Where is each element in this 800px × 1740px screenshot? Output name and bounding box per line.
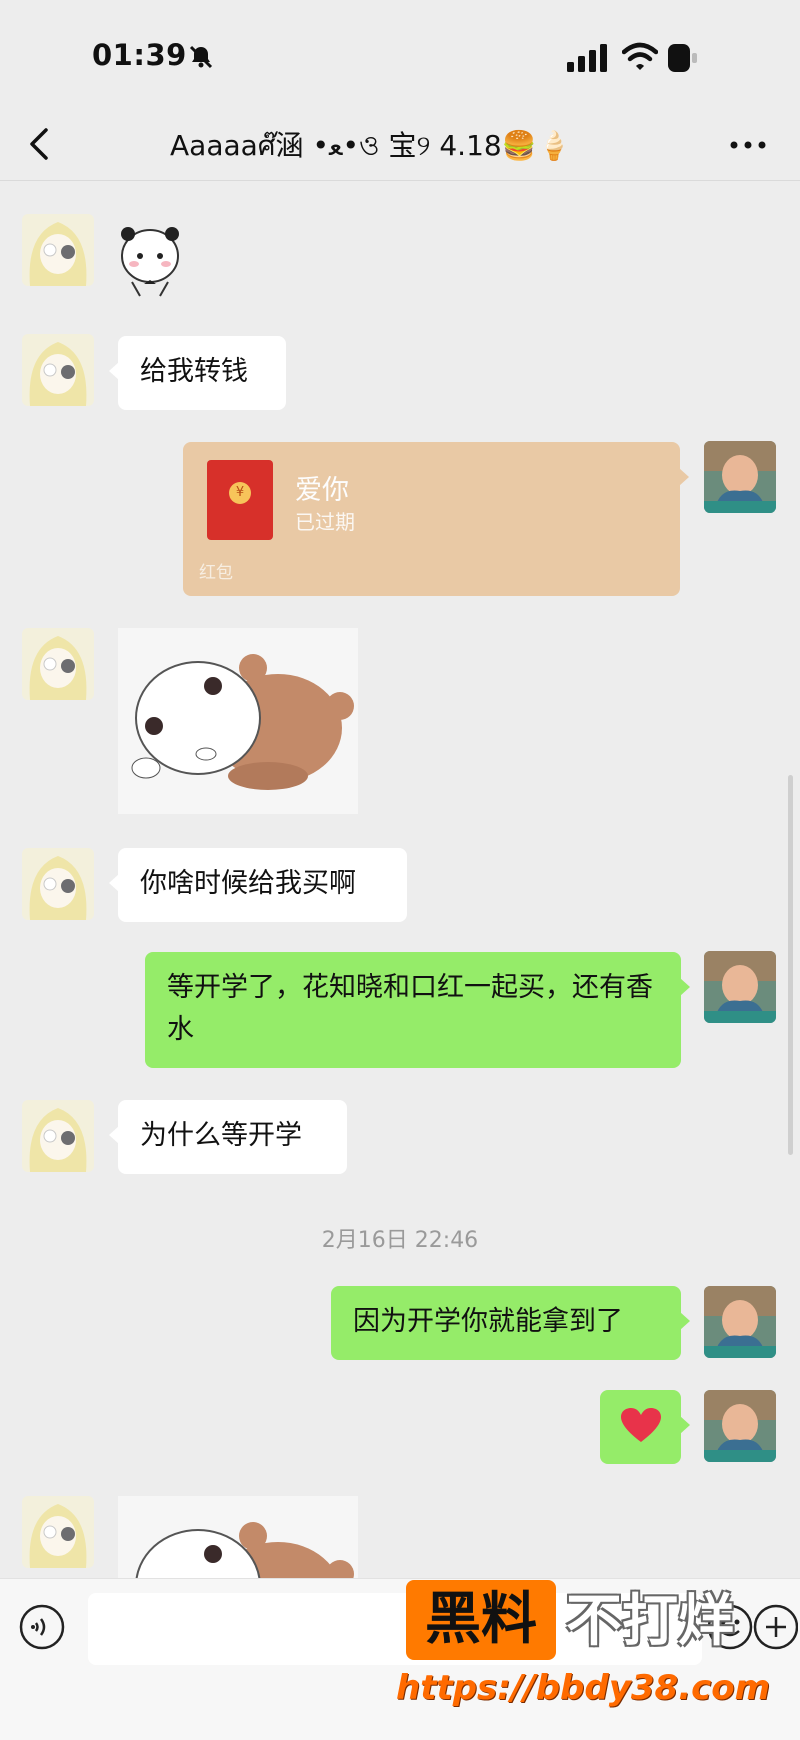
- watermark-url: https://bbdy38.com: [396, 1668, 771, 1708]
- message-text: 给我转钱: [140, 356, 248, 387]
- red-packet-status: 已过期: [295, 510, 355, 534]
- message-bubble[interactable]: 为什么等开学: [109, 1100, 347, 1174]
- red-packet-title: 爱你: [295, 475, 349, 506]
- more-options-icon[interactable]: [728, 130, 768, 160]
- contact-avatar[interactable]: [22, 1496, 94, 1568]
- coin-icon: ¥: [229, 482, 251, 504]
- panda-sticker[interactable]: [118, 222, 182, 298]
- message-text: 你啥时候给我买啊: [140, 868, 356, 899]
- heart-icon: [620, 1408, 661, 1442]
- message-bubble[interactable]: 给我转钱: [109, 336, 286, 410]
- voice-input-icon[interactable]: [18, 1603, 66, 1651]
- contact-avatar[interactable]: [22, 1100, 94, 1172]
- message-bubble[interactable]: 你啥时候给我买啊: [109, 848, 407, 922]
- contact-avatar[interactable]: [22, 334, 94, 406]
- battery-icon: [668, 44, 697, 72]
- timestamp: 2月16日 22:46: [321, 1228, 479, 1253]
- watermark-logo-box: 黑料: [406, 1580, 556, 1660]
- panda-bear-hug-sticker[interactable]: [118, 1496, 358, 1578]
- chat-header: Aaaaaศ๊涵 •ﻌ•ও 宝୨ 4.18🍔🍦: [0, 110, 800, 181]
- chat-title: Aaaaaศ๊涵 •ﻌ•ও 宝୨ 4.18🍔🍦: [170, 129, 572, 162]
- contact-avatar[interactable]: [22, 214, 94, 286]
- plus-icon[interactable]: [752, 1603, 798, 1651]
- contact-avatar[interactable]: [22, 848, 94, 920]
- status-bar: 01:39: [0, 0, 800, 110]
- contact-avatar[interactable]: [22, 628, 94, 700]
- panda-bear-hug-sticker[interactable]: [118, 628, 358, 814]
- back-arrow-icon[interactable]: [26, 124, 50, 164]
- red-envelope-icon: ¥: [207, 460, 273, 540]
- my-avatar[interactable]: [704, 441, 776, 513]
- mute-bell-icon: [189, 45, 213, 69]
- watermark-text: 不打烊: [566, 1589, 734, 1654]
- cellular-signal-icon: [567, 44, 607, 72]
- message-text: 为什么等开学: [140, 1120, 302, 1151]
- status-time: 01:39: [92, 38, 187, 72]
- my-avatar[interactable]: [704, 951, 776, 1023]
- my-avatar[interactable]: [704, 1286, 776, 1358]
- wifi-icon: [622, 42, 658, 70]
- red-packet-card[interactable]: ¥ 爱你 已过期 红包: [183, 442, 689, 596]
- message-text: 因为开学你就能拿到了: [353, 1306, 623, 1337]
- scrollbar[interactable]: [788, 775, 793, 1155]
- red-packet-label: 红包: [199, 563, 233, 583]
- message-text: 等开学了，花知晓和口红一起买，还有香水: [167, 972, 653, 1045]
- message-bubble[interactable]: 因为开学你就能拿到了: [331, 1286, 690, 1360]
- message-bubble[interactable]: 等开学了，花知晓和口红一起买，还有香水: [145, 952, 690, 1068]
- my-avatar[interactable]: [704, 1390, 776, 1462]
- message-bubble[interactable]: ❤️: [600, 1390, 690, 1464]
